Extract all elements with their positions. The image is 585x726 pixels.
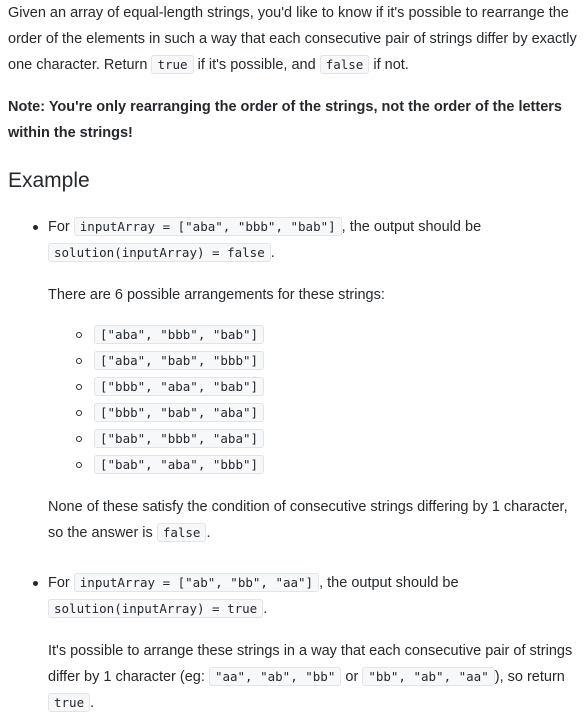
- arrangement-item: ["bbb", "aba", "bab"]: [76, 374, 577, 400]
- arrangement-code: ["bbb", "bab", "aba"]: [94, 403, 265, 422]
- problem-description: Given an array of equal-length strings, …: [0, 0, 577, 716]
- example-2-input-code: inputArray = ["ab", "bb", "aa"]: [73, 573, 320, 592]
- example-2-solution-code: solution(inputArray) = true: [48, 599, 264, 618]
- circle-bullet-icon: [76, 410, 82, 416]
- example-2-explain-code-2: "bb", "ab", "aa": [362, 667, 495, 686]
- example-item-1: For inputArray = ["aba", "bbb", "bab"], …: [33, 214, 577, 546]
- intro-text-2: if it's possible, and: [193, 57, 320, 73]
- circle-bullet-icon: [76, 358, 82, 364]
- arrangement-item: ["bab", "aba", "bbb"]: [76, 452, 577, 478]
- inline-code-true: true: [151, 55, 194, 74]
- arrangements-list: ["aba", "bbb", "bab"] ["aba", "bab", "bb…: [48, 322, 577, 478]
- arrangement-item: ["bab", "bbb", "aba"]: [76, 426, 577, 452]
- example-2-explain-code-3: true: [48, 693, 91, 712]
- arrangements-intro: There are 6 possible arrangements for th…: [48, 287, 385, 303]
- example-1-for-label: For: [48, 219, 74, 235]
- example-2-for-label: For: [48, 575, 74, 591]
- intro-paragraph: Given an array of equal-length strings, …: [8, 0, 577, 78]
- example-item-2: For inputArray = ["ab", "bb", "aa"], the…: [33, 570, 577, 716]
- example-1-conclusion-code: false: [156, 523, 207, 542]
- bullet-icon: [33, 581, 38, 586]
- example-1-output-text: , the output should be: [341, 219, 482, 235]
- arrangement-item: ["aba", "bab", "bbb"]: [76, 348, 577, 374]
- example-2-period: .: [263, 601, 268, 617]
- example-1-conclusion-text: None of these satisfy the condition of c…: [48, 499, 568, 541]
- example-heading: Example: [8, 169, 90, 192]
- example-1-input-code: inputArray = ["aba", "bbb", "bab"]: [73, 217, 342, 236]
- intro-text-3: if not.: [369, 57, 409, 73]
- circle-bullet-icon: [76, 332, 82, 338]
- example-2-statement: For inputArray = ["ab", "bb", "aa"], the…: [48, 570, 577, 622]
- arrangement-code: ["aba", "bbb", "bab"]: [94, 325, 265, 344]
- arrangement-code: ["bab", "bbb", "aba"]: [94, 429, 265, 448]
- arrangement-item: ["aba", "bbb", "bab"]: [76, 322, 577, 348]
- example-2-explain-period: .: [90, 695, 95, 711]
- circle-bullet-icon: [76, 436, 82, 442]
- arrangement-code: ["aba", "bab", "bbb"]: [94, 351, 265, 370]
- examples-list: For inputArray = ["aba", "bbb", "bab"], …: [8, 214, 577, 716]
- example-1-statement: For inputArray = ["aba", "bbb", "bab"], …: [48, 214, 577, 266]
- note-paragraph: Note: You're only rearranging the order …: [8, 99, 562, 141]
- inline-code-false: false: [319, 55, 370, 74]
- example-2-explanation: It's possible to arrange these strings i…: [48, 638, 577, 716]
- example-2-explain-text-2: ), so return: [494, 669, 565, 685]
- example-1-conclusion: None of these satisfy the condition of c…: [48, 494, 577, 546]
- circle-bullet-icon: [76, 384, 82, 390]
- example-2-output-text: , the output should be: [319, 575, 459, 591]
- example-2-explain-code-1: "aa", "ab", "bb": [208, 667, 342, 686]
- arrangement-code: ["bab", "aba", "bbb"]: [94, 455, 265, 474]
- example-1-conclusion-period: .: [206, 525, 211, 541]
- arrangement-item: ["bbb", "bab", "aba"]: [76, 400, 577, 426]
- example-2-explain-or: or: [341, 669, 363, 685]
- circle-bullet-icon: [76, 462, 82, 468]
- example-1-period: .: [270, 245, 275, 261]
- example-1-solution-code: solution(inputArray) = false: [48, 243, 271, 262]
- bullet-icon: [33, 225, 38, 230]
- arrangement-code: ["bbb", "aba", "bab"]: [94, 377, 265, 396]
